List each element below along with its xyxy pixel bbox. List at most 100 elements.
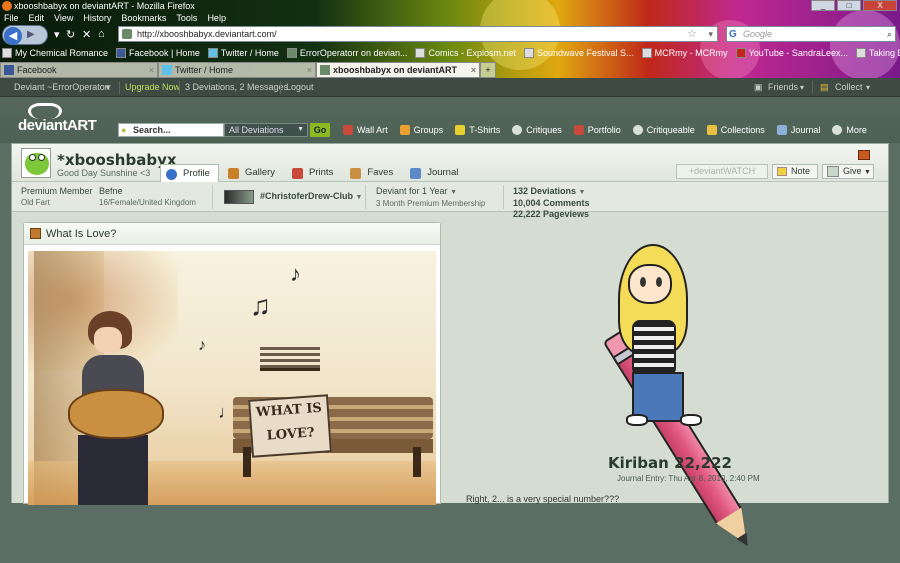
account-dropdown-icon[interactable]: ▾ (106, 78, 110, 97)
featured-artwork[interactable]: WHAT IS LOVE? ♪ ♫ ♪ ♩ (28, 251, 436, 505)
search-icon[interactable]: ⌕ (887, 27, 892, 41)
history-dropdown-icon[interactable]: ▾ (54, 28, 60, 41)
minimize-button[interactable]: _ (811, 0, 835, 11)
tab-faves[interactable]: Faves (345, 164, 401, 183)
nav-critiqueable[interactable]: Critiqueable (632, 124, 695, 136)
group-link[interactable]: #ChristoferDrew-Club ▼ (260, 191, 362, 203)
forward-button[interactable]: ▶ (27, 29, 35, 40)
tab-gallery[interactable]: Gallery (223, 164, 283, 183)
username[interactable]: *xbooshbabyx (57, 151, 177, 169)
tab-deviantart[interactable]: xbooshbabyx on deviantART × (316, 62, 480, 78)
nav-label: Collections (720, 125, 765, 135)
personal-details: 16/Female/United Kingdom (99, 198, 196, 207)
close-tab-icon[interactable]: × (471, 63, 476, 77)
tab-journal[interactable]: Journal (405, 164, 466, 183)
tab-prints[interactable]: Prints (287, 164, 341, 183)
tab-twitter[interactable]: Twitter / Home × (158, 62, 316, 78)
chibi-pencil-artwork[interactable] (602, 222, 848, 553)
group-thumbnail[interactable] (224, 190, 254, 204)
bookmark-item[interactable]: MCRmy - MCRmy (641, 45, 728, 61)
menu-tools[interactable]: Tools (176, 12, 197, 24)
bookmark-star-icon[interactable]: ☆ (687, 27, 697, 41)
bookmark-item[interactable]: My Chemical Romance (2, 45, 108, 61)
menu-edit[interactable]: Edit (29, 12, 45, 24)
tab-label: Gallery (244, 167, 276, 178)
note-button[interactable]: Note (772, 164, 818, 179)
back-button[interactable]: ◀ (4, 27, 22, 45)
stop-icon[interactable]: ✕ (82, 28, 91, 41)
chibi-eye (640, 277, 646, 287)
give-icon (827, 166, 839, 177)
bench-leg (243, 447, 251, 477)
deviant-for: Deviant for 1 Year (376, 186, 448, 196)
profile-info-bar: Premium Member Old Fart Befne 16/Female/… (12, 182, 888, 219)
da-header: deviantART ● Search... All Deviations ▼ … (0, 97, 900, 143)
close-window-button[interactable]: X (863, 0, 897, 11)
chevron-down-icon: ▼ (864, 169, 871, 176)
bookmark-item[interactable]: Twitter / Home (207, 45, 279, 61)
divider (503, 185, 504, 209)
menu-file[interactable]: File (4, 12, 19, 24)
collect-dropdown-icon[interactable]: ▾ (866, 78, 870, 97)
nav-groups[interactable]: Groups (399, 124, 443, 136)
nav-label: Journal (790, 125, 821, 135)
panel-title[interactable]: What Is Love? (46, 228, 116, 240)
close-tab-icon[interactable]: × (149, 63, 154, 77)
url-dropdown-icon[interactable]: ▾ (708, 27, 713, 41)
page-icon (855, 48, 866, 58)
menu-view[interactable]: View (54, 12, 73, 24)
deviantwatch-button[interactable]: +deviantWATCH (676, 164, 768, 179)
avatar[interactable] (21, 148, 51, 178)
chevron-down-icon[interactable]: ▼ (579, 189, 586, 196)
real-name: Befne (99, 186, 123, 196)
bookmark-label: Facebook | Home (129, 48, 200, 58)
bookmark-label: YouTube - SandraLeex... (748, 48, 848, 58)
nav-more[interactable]: More (832, 124, 867, 136)
messages-link[interactable]: 3 Deviations, 2 Messages (185, 78, 288, 97)
bookmark-item[interactable]: Soundwave Festival S... (524, 45, 634, 61)
nav-journal[interactable]: Journal (776, 124, 821, 136)
close-tab-icon[interactable]: × (307, 63, 312, 77)
chibi-eye (656, 277, 662, 287)
bookmark-item[interactable]: YouTube - SandraLeex... (735, 45, 848, 61)
tab-profile[interactable]: Profile (160, 164, 219, 183)
new-tab-button[interactable]: + (480, 62, 496, 78)
da-user-bar: Deviant ~ErrorOperatorr ▾ Upgrade Now 3 … (0, 78, 900, 97)
nav-tshirts[interactable]: T-Shirts (455, 124, 500, 136)
account-menu[interactable]: Deviant ~ErrorOperatorr (14, 78, 111, 97)
google-icon[interactable]: G (729, 28, 741, 40)
bookmark-item[interactable]: ErrorOperatorr on devian... (286, 45, 407, 61)
reload-icon[interactable]: ↻ (66, 28, 75, 41)
da-search-input[interactable]: ● Search... (118, 123, 224, 137)
gallery-icon (227, 168, 239, 179)
tab-facebook[interactable]: Facebook × (0, 62, 158, 78)
chevron-down-icon[interactable]: ▼ (450, 189, 457, 196)
search-scope-value: All Deviations (229, 125, 284, 135)
menu-bookmarks[interactable]: Bookmarks (121, 12, 166, 24)
maximize-button[interactable]: □ (837, 0, 861, 11)
nav-wall-art[interactable]: Wall Art (343, 124, 388, 136)
profile-tabs: Profile Gallery Prints Faves Journal (160, 164, 466, 183)
friends-dropdown-icon[interactable]: ▾ (800, 78, 804, 97)
nav-collections[interactable]: Collections (706, 124, 765, 136)
nav-critiques[interactable]: Critiques (512, 124, 562, 136)
bookmark-item[interactable]: Facebook | Home (116, 45, 200, 61)
logout-link[interactable]: Logout (286, 78, 314, 97)
bookmark-item[interactable]: Taking Back Sunday... (855, 45, 900, 61)
menu-help[interactable]: Help (207, 12, 226, 24)
menu-history[interactable]: History (83, 12, 111, 24)
chibi-face (628, 264, 672, 304)
upgrade-link[interactable]: Upgrade Now (125, 78, 180, 97)
deviantart-logo[interactable]: deviantART (18, 103, 97, 134)
collect-menu[interactable]: Collect (835, 78, 863, 97)
home-icon[interactable]: ⌂ (98, 28, 105, 40)
give-button[interactable]: Give ▼ (822, 164, 874, 179)
bookmark-item[interactable]: Comics - Explosm.net (415, 45, 516, 61)
nav-portfolio[interactable]: Portfolio (573, 124, 621, 136)
search-go-button[interactable]: Go (310, 123, 330, 137)
bookmark-ribbon-icon[interactable] (858, 150, 870, 160)
address-bar[interactable]: http://xbooshbabyx.deviantart.com/ ☆ ▾ (118, 26, 718, 42)
friends-menu[interactable]: Friends (768, 78, 798, 97)
search-box[interactable]: G Google ⌕ (726, 26, 896, 42)
search-scope-select[interactable]: All Deviations ▼ (224, 123, 308, 137)
